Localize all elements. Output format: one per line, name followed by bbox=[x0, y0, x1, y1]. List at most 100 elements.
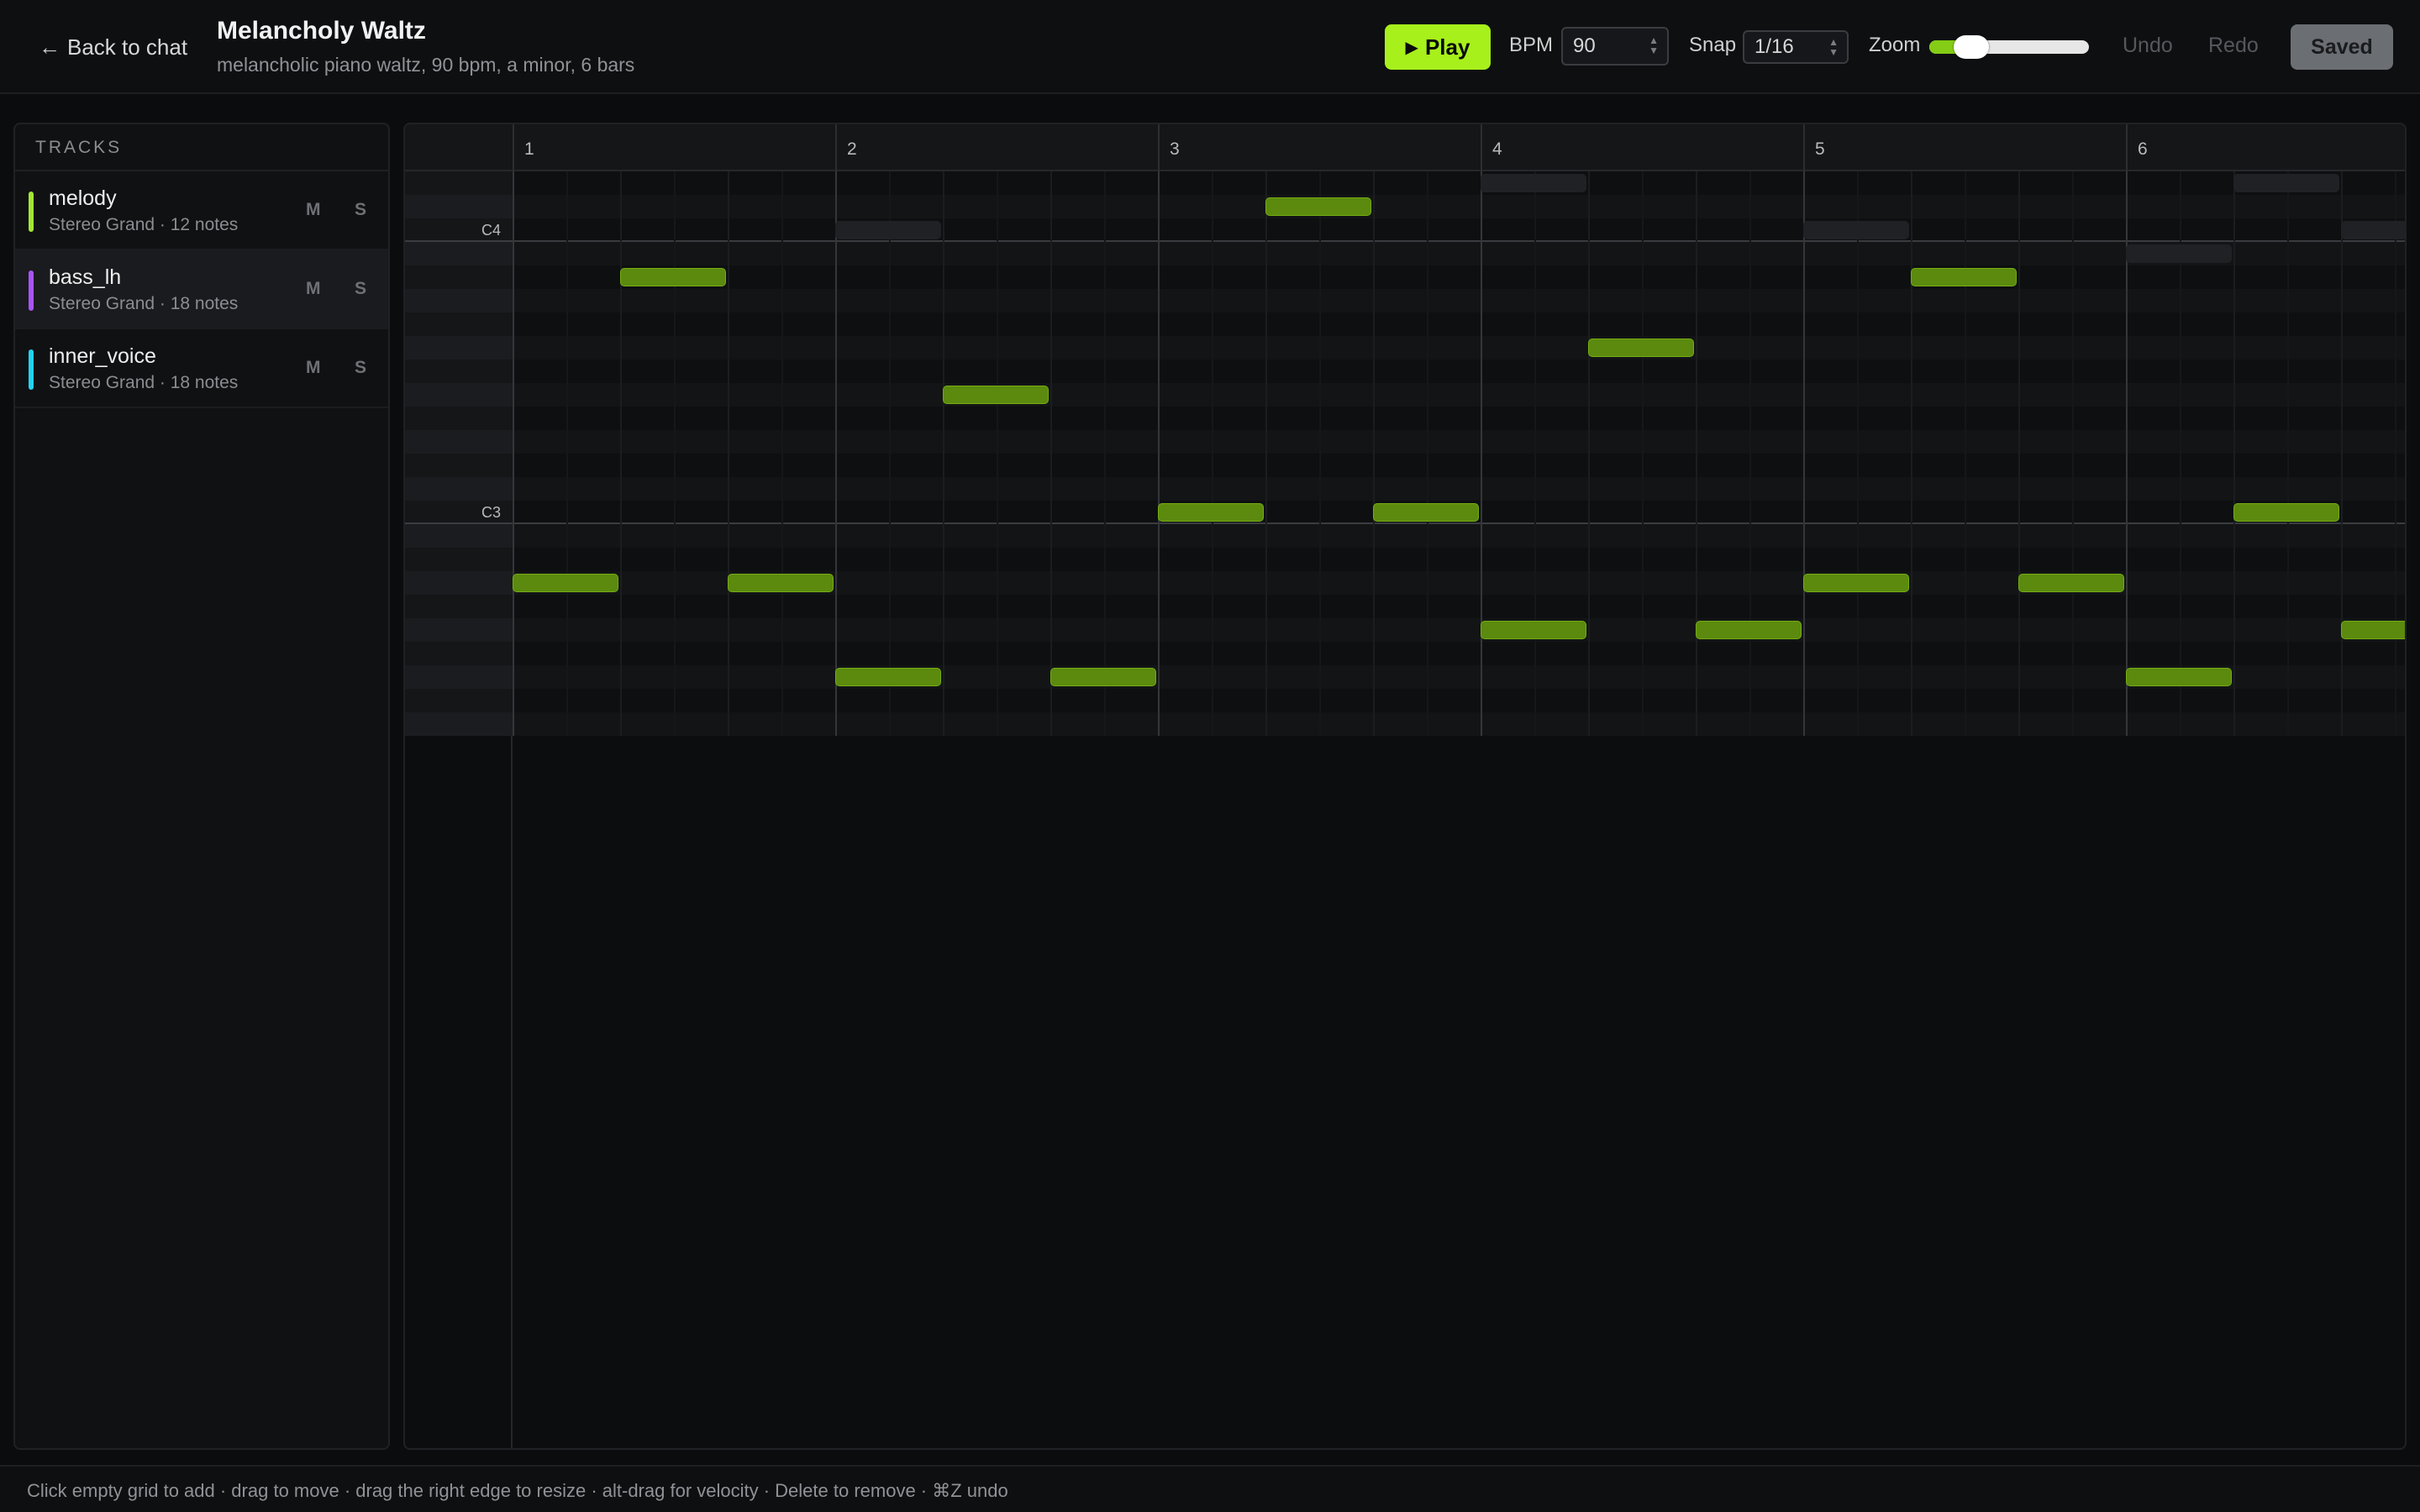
grid-row[interactable] bbox=[513, 265, 2405, 289]
track-name: bass_lh bbox=[49, 265, 122, 289]
grid-row[interactable] bbox=[513, 242, 2405, 265]
bar-line bbox=[513, 171, 514, 736]
note[interactable] bbox=[2126, 668, 2232, 686]
mute-button[interactable]: M bbox=[306, 358, 321, 378]
select-arrows-icon: ▲ ▼ bbox=[1828, 36, 1839, 58]
note[interactable] bbox=[1050, 668, 1156, 686]
solo-button[interactable]: S bbox=[355, 279, 366, 299]
track-inner-voice[interactable]: inner_voice Stereo Grand · 18 notes M S bbox=[15, 329, 388, 408]
grid-row[interactable] bbox=[513, 336, 2405, 360]
note[interactable] bbox=[1373, 503, 1479, 522]
note[interactable] bbox=[1158, 503, 1264, 522]
piano-key[interactable] bbox=[405, 383, 513, 407]
piano-key[interactable] bbox=[405, 477, 513, 501]
note[interactable] bbox=[835, 668, 941, 686]
piano-key[interactable] bbox=[405, 571, 513, 595]
bpm-input[interactable]: 90 ▲ ▼ bbox=[1561, 27, 1669, 66]
note[interactable] bbox=[1803, 574, 1909, 592]
grid-row[interactable] bbox=[513, 454, 2405, 477]
beat-line bbox=[2018, 171, 2020, 736]
grid-row[interactable] bbox=[513, 383, 2405, 407]
piano-keys[interactable]: C4 C3 bbox=[405, 171, 513, 1448]
piano-key[interactable] bbox=[405, 195, 513, 218]
piano-key[interactable] bbox=[405, 548, 513, 571]
grid-row[interactable] bbox=[513, 171, 2405, 195]
arrow-left-icon: ← bbox=[39, 34, 60, 60]
note[interactable] bbox=[2233, 503, 2339, 522]
grid-row[interactable] bbox=[513, 642, 2405, 665]
piano-key[interactable] bbox=[405, 595, 513, 618]
bar-number: 5 bbox=[1815, 139, 1825, 159]
piano-key[interactable] bbox=[405, 712, 513, 736]
note[interactable] bbox=[1265, 197, 1371, 216]
note-grid[interactable] bbox=[405, 171, 2405, 1448]
grid-row[interactable] bbox=[513, 477, 2405, 501]
beat-line bbox=[728, 171, 729, 736]
note[interactable] bbox=[943, 386, 1049, 404]
subbeat-line bbox=[2287, 171, 2289, 736]
note[interactable] bbox=[2018, 574, 2124, 592]
note[interactable] bbox=[728, 574, 834, 592]
solo-button[interactable]: S bbox=[355, 358, 366, 378]
piano-key[interactable] bbox=[405, 430, 513, 454]
grid-row[interactable] bbox=[513, 618, 2405, 642]
bar-line bbox=[1158, 171, 1160, 736]
track-name: inner_voice bbox=[49, 344, 156, 368]
piano-key[interactable] bbox=[405, 360, 513, 383]
piano-key[interactable] bbox=[405, 265, 513, 289]
redo-button[interactable]: Redo bbox=[2208, 34, 2259, 58]
piano-key[interactable] bbox=[405, 524, 513, 548]
track-melody[interactable]: melody Stereo Grand · 12 notes M S bbox=[15, 171, 388, 250]
undo-button[interactable]: Undo bbox=[2123, 34, 2173, 58]
note[interactable] bbox=[1588, 339, 1694, 357]
piano-key[interactable] bbox=[405, 689, 513, 712]
track-name: melody bbox=[49, 186, 117, 210]
solo-button[interactable]: S bbox=[355, 200, 366, 220]
grid-row[interactable] bbox=[513, 595, 2405, 618]
grid-row[interactable] bbox=[513, 524, 2405, 548]
snap-label: Snap bbox=[1689, 34, 1737, 56]
piano-key[interactable] bbox=[405, 642, 513, 665]
grid-row[interactable] bbox=[513, 312, 2405, 336]
beat-line bbox=[1050, 171, 1052, 736]
piano-key[interactable] bbox=[405, 618, 513, 642]
piano-key[interactable] bbox=[405, 407, 513, 430]
piano-key[interactable] bbox=[405, 171, 513, 195]
piano-key[interactable] bbox=[405, 289, 513, 312]
mute-button[interactable]: M bbox=[306, 279, 321, 299]
snap-select[interactable]: 1/16 ▲ ▼ bbox=[1743, 30, 1849, 64]
grid-row[interactable] bbox=[513, 360, 2405, 383]
grid-row[interactable] bbox=[513, 665, 2405, 689]
note[interactable] bbox=[1911, 268, 2017, 286]
grid-row[interactable] bbox=[513, 689, 2405, 712]
piano-key[interactable] bbox=[405, 312, 513, 336]
track-bass-lh[interactable]: bass_lh Stereo Grand · 18 notes M S bbox=[15, 250, 388, 329]
note[interactable] bbox=[1696, 621, 1802, 639]
grid-row[interactable] bbox=[513, 407, 2405, 430]
note[interactable] bbox=[2341, 621, 2405, 639]
grid-row[interactable] bbox=[513, 218, 2405, 242]
mute-button[interactable]: M bbox=[306, 200, 321, 220]
note[interactable] bbox=[513, 574, 618, 592]
beat-line bbox=[1696, 171, 1697, 736]
grid-row[interactable] bbox=[513, 548, 2405, 571]
note[interactable] bbox=[1481, 621, 1586, 639]
saved-button[interactable]: Saved bbox=[2291, 24, 2393, 70]
grid-row[interactable] bbox=[513, 430, 2405, 454]
piano-key[interactable] bbox=[405, 242, 513, 265]
play-button[interactable]: ▶ Play bbox=[1385, 24, 1491, 70]
bar-ruler[interactable]: 1 2 3 4 5 6 bbox=[405, 124, 2405, 171]
subbeat-line bbox=[1857, 171, 1859, 736]
piano-key[interactable] bbox=[405, 336, 513, 360]
stepper-arrows-icon[interactable]: ▲ ▼ bbox=[1649, 35, 1659, 55]
back-to-chat-link[interactable]: ← Back to chat bbox=[39, 32, 187, 62]
piano-key[interactable] bbox=[405, 454, 513, 477]
zoom-slider-thumb[interactable] bbox=[1954, 35, 1989, 59]
grid-row[interactable] bbox=[513, 712, 2405, 736]
grid-row[interactable] bbox=[513, 195, 2405, 218]
subbeat-line bbox=[674, 171, 676, 736]
ruler-tick bbox=[1481, 124, 1482, 171]
piano-key[interactable] bbox=[405, 665, 513, 689]
note[interactable] bbox=[620, 268, 726, 286]
grid-row[interactable] bbox=[513, 289, 2405, 312]
